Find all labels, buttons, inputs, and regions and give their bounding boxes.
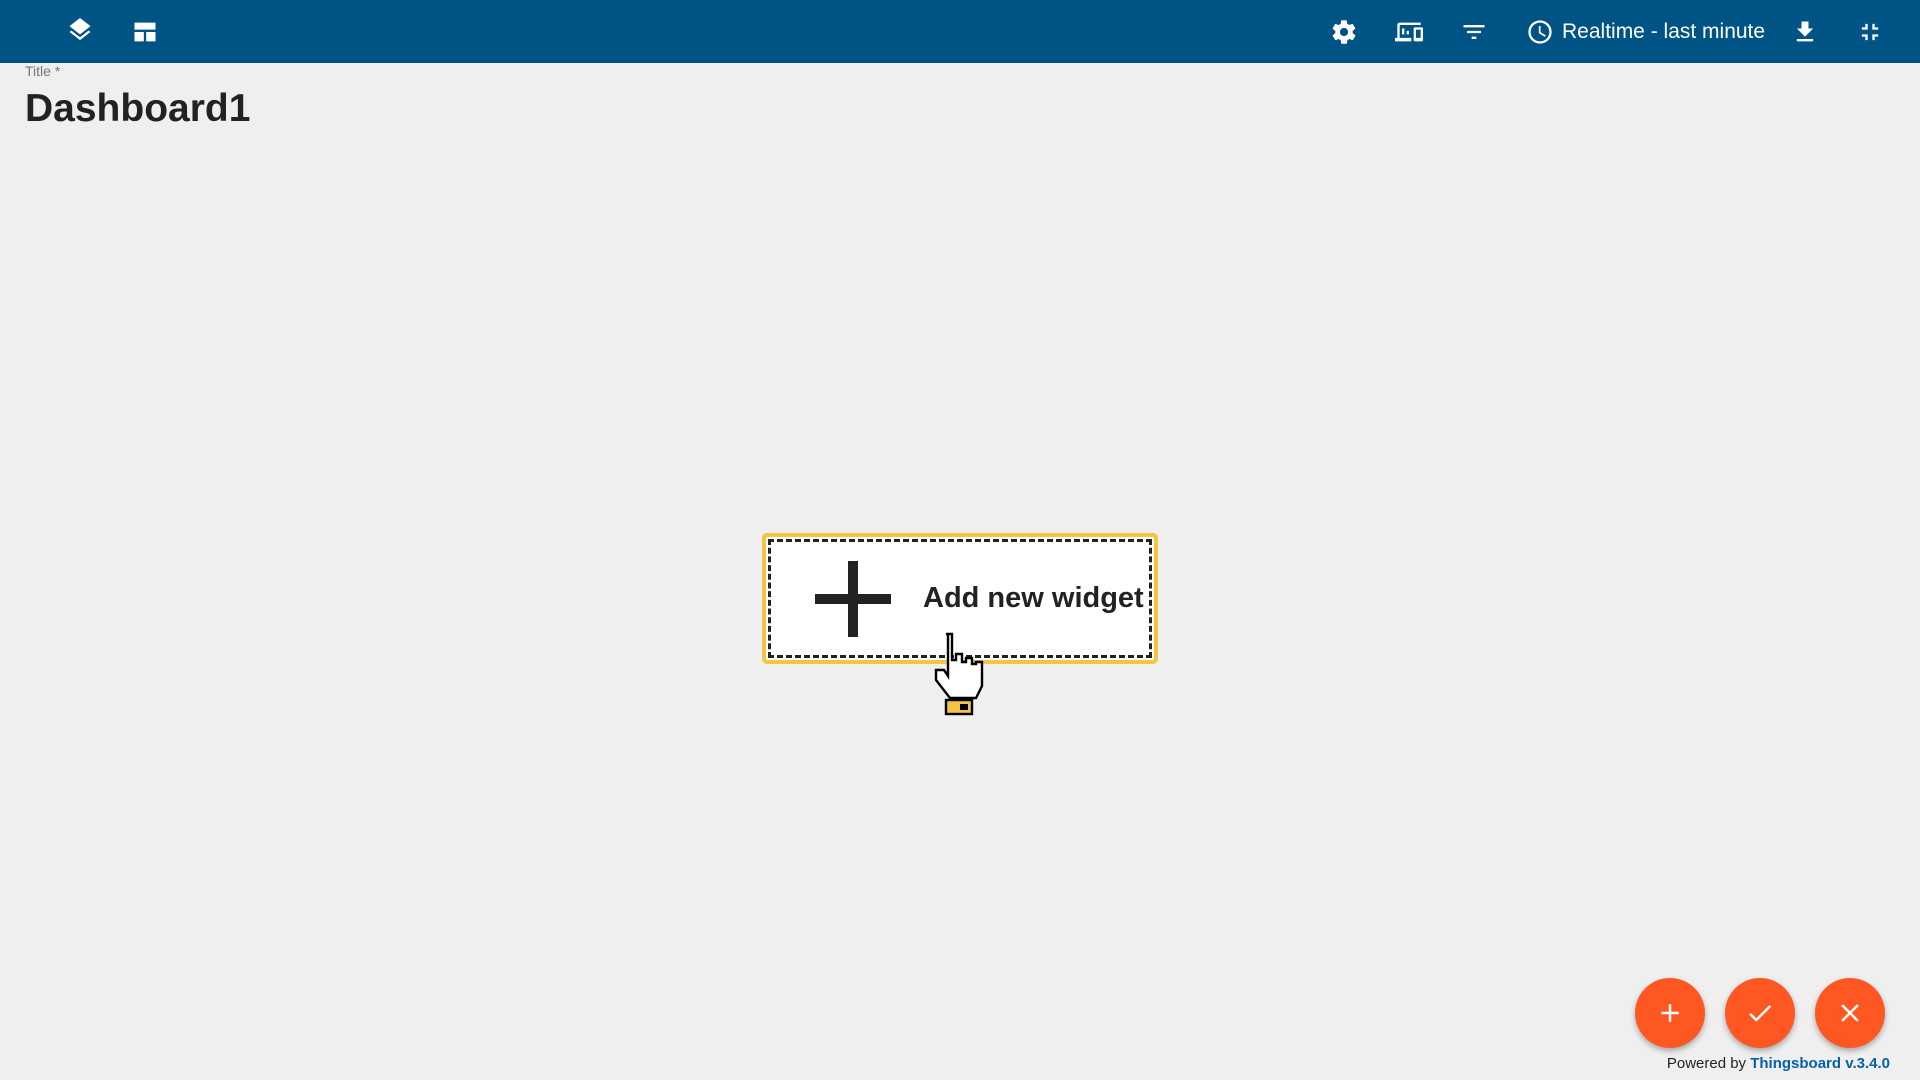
powered-by-prefix: Powered by	[1666, 1055, 1747, 1072]
layers-button[interactable]	[61, 13, 99, 51]
layout-button[interactable]	[126, 13, 164, 51]
check-icon	[1749, 1005, 1772, 1022]
settings-button[interactable]	[1325, 13, 1363, 51]
exit-fullscreen-button[interactable]	[1851, 13, 1889, 51]
layers-icon	[69, 18, 91, 41]
thingsboard-version-link[interactable]: Thingsboard v.3.4.0	[1750, 1055, 1890, 1072]
powered-by-footer: Powered by Thingsboard v.3.4.0	[1667, 1055, 1890, 1072]
layout-icon	[134, 22, 156, 42]
download-icon	[1796, 21, 1814, 42]
plus-icon	[815, 560, 891, 637]
filter-icon	[1463, 25, 1485, 39]
title-field-label: Title *	[25, 63, 61, 79]
dashboard-toolbar: Realtime - last minute	[0, 0, 1920, 63]
timewindow-label: Realtime - last minute	[1562, 20, 1766, 43]
fab-apply-changes-button[interactable]	[1725, 978, 1795, 1048]
fab-decline-changes-button[interactable]	[1815, 978, 1885, 1048]
devices-icon	[1395, 22, 1423, 42]
add-widget-label: Add new widget	[923, 582, 1144, 614]
devices-button[interactable]	[1390, 13, 1428, 51]
gear-icon	[1332, 20, 1356, 44]
download-button[interactable]	[1786, 13, 1824, 51]
filter-button[interactable]	[1455, 13, 1493, 51]
fab-add-widget-button[interactable]	[1635, 978, 1705, 1048]
add-new-widget-button[interactable]: Add new widget	[762, 533, 1158, 664]
plus-icon	[1661, 1004, 1679, 1022]
dashboard-title-input[interactable]	[23, 84, 627, 134]
close-icon	[1841, 1004, 1859, 1022]
exit-fullscreen-icon	[1861, 23, 1879, 41]
clock-icon	[1528, 20, 1552, 44]
add-widget-dashed-area: Add new widget	[768, 539, 1152, 658]
timewindow-selector[interactable]: Realtime - last minute	[1526, 15, 1765, 49]
